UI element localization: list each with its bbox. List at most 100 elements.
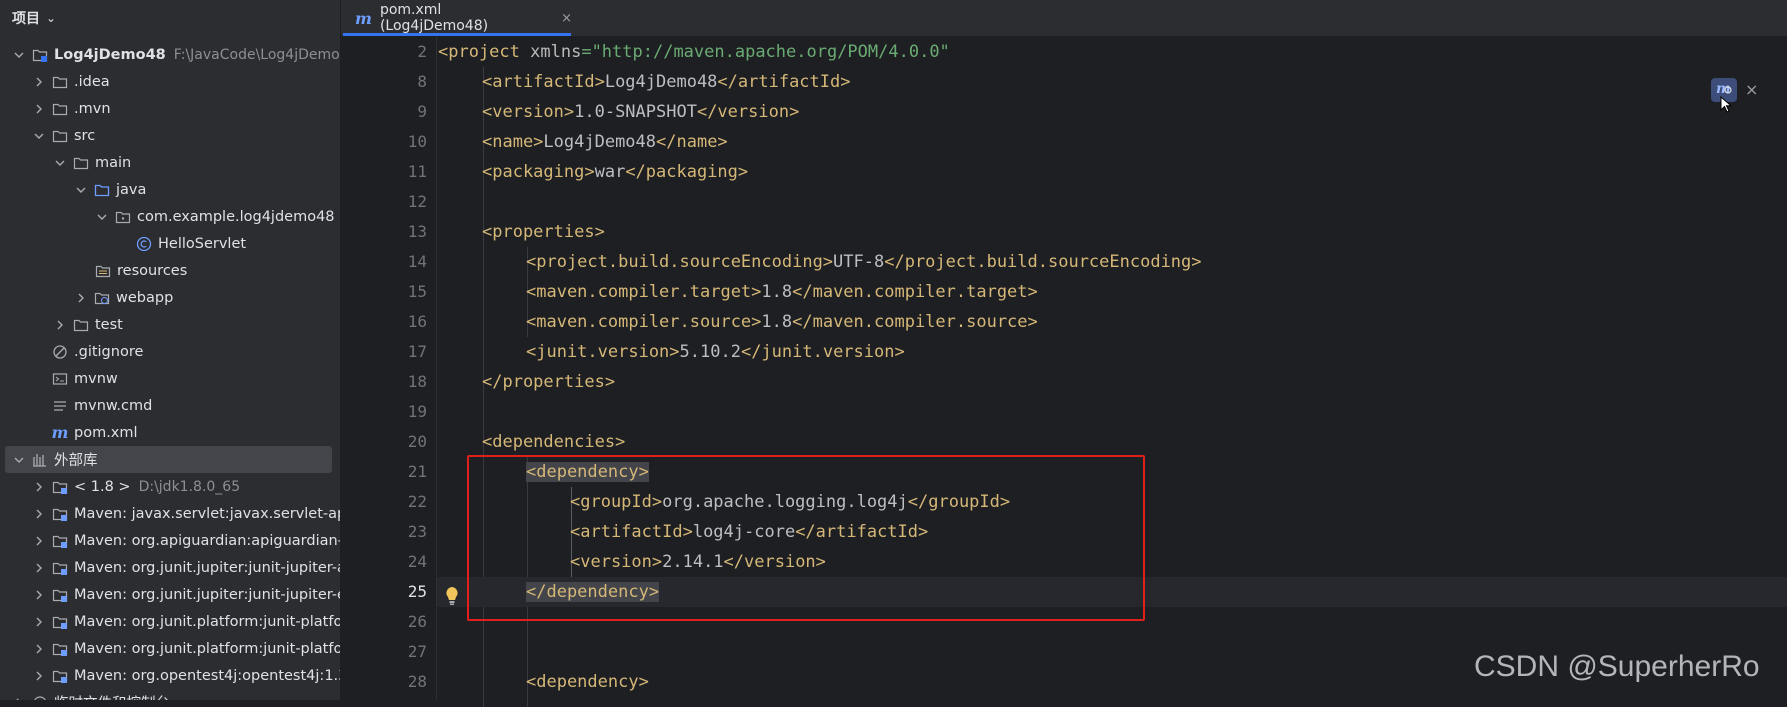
- chevron-right-icon[interactable]: [32, 588, 46, 602]
- chevron-down-icon[interactable]: [53, 156, 67, 170]
- code-line: <dependencies>: [437, 427, 1787, 457]
- tree-item-mvn[interactable]: .mvn: [0, 95, 340, 122]
- tab-pom-xml[interactable]: m pom.xml (Log4jDemo48) ×: [341, 0, 572, 36]
- project-tree: Log4jDemo48 F:\JavaCode\Log4jDemo48 .ide…: [0, 41, 340, 700]
- chevron-right-icon[interactable]: [32, 642, 46, 656]
- tree-item-label: webapp: [116, 289, 174, 306]
- tree-item-gitignore[interactable]: .gitignore: [0, 338, 340, 365]
- tree-item-jdk[interactable]: < 1.8 > D:\jdk1.8.0_65: [0, 473, 340, 500]
- tree-item-external-libraries[interactable]: 外部库: [5, 446, 332, 473]
- xml-text: 1.8: [761, 312, 793, 332]
- tree-item-label: .mvn: [74, 100, 111, 117]
- tree-item-library[interactable]: Maven: org.apiguardian:apiguardian-api:1: [0, 527, 340, 554]
- tree-item-label: 外部库: [54, 453, 98, 469]
- line-number: 13: [407, 222, 427, 241]
- tree-item-test[interactable]: test: [0, 311, 340, 338]
- tree-item-library[interactable]: Maven: javax.servlet:javax.servlet-api:4…: [0, 500, 340, 527]
- jdk-icon: [52, 479, 68, 495]
- source-folder-icon: [94, 182, 110, 198]
- chevron-right-icon[interactable]: [32, 615, 46, 629]
- line-number: 28: [407, 672, 427, 691]
- xml-text: 5.10.2: [679, 342, 741, 362]
- tree-item-label: main: [95, 154, 132, 171]
- tree-item-library[interactable]: Maven: org.junit.jupiter:junit-jupiter-a…: [0, 554, 340, 581]
- tree-item-label: Maven: javax.servlet:javax.servlet-api:4…: [74, 505, 340, 522]
- chevron-right-icon[interactable]: [53, 318, 67, 332]
- chevron-down-icon[interactable]: [12, 453, 26, 467]
- library-jar-icon: [52, 533, 68, 549]
- xml-equals: =: [581, 42, 592, 62]
- chevron-right-icon[interactable]: [32, 507, 46, 521]
- line-number: 24: [407, 552, 427, 571]
- code-line: <name>Log4jDemo48</name>: [437, 127, 1787, 157]
- chevron-down-icon[interactable]: [74, 183, 88, 197]
- chevron-right-icon[interactable]: [32, 480, 46, 494]
- chevron-down-icon[interactable]: [12, 48, 26, 62]
- chevron-right-icon[interactable]: [32, 75, 46, 89]
- project-panel-header[interactable]: 项目 ⌄: [0, 0, 340, 36]
- tree-item-label: com.example.log4jdemo48: [137, 208, 335, 225]
- tree-item-main[interactable]: main: [0, 149, 340, 176]
- line-number: 14: [407, 252, 427, 271]
- xml-text: UTF-8: [833, 252, 885, 272]
- tree-item-library[interactable]: Maven: org.opentest4j:opentest4j:1.3.0: [0, 662, 340, 689]
- tree-item-library[interactable]: Maven: org.junit.jupiter:junit-jupiter-e…: [0, 581, 340, 608]
- xml-tag: </junit.version>: [740, 342, 905, 362]
- code-line: <version>1.0-SNAPSHOT</version>: [437, 97, 1787, 127]
- tree-item-package[interactable]: com.example.log4jdemo48: [0, 203, 340, 230]
- tab-title: pom.xml (Log4jDemo48): [379, 2, 489, 34]
- xml-tag: <properties>: [482, 222, 605, 242]
- tree-item-library[interactable]: Maven: org.junit.platform:junit-platform…: [0, 635, 340, 662]
- tree-item-webapp[interactable]: webapp: [0, 284, 340, 311]
- xml-tag: <junit.version>: [526, 342, 680, 362]
- lightbulb-icon[interactable]: [444, 586, 460, 606]
- active-tab-indicator: [343, 33, 571, 36]
- resources-folder-icon: [95, 263, 111, 279]
- tree-item-mvnw-cmd[interactable]: mvnw.cmd: [0, 392, 340, 419]
- tree-item-label: Maven: org.junit.jupiter:junit-jupiter-a…: [74, 559, 340, 576]
- tree-item-label: Log4jDemo48: [54, 46, 166, 63]
- package-icon: [115, 209, 131, 225]
- chevron-right-icon[interactable]: [32, 534, 46, 548]
- library-icon: [32, 452, 48, 468]
- line-number: 11: [407, 162, 427, 181]
- chevron-down-icon[interactable]: [32, 129, 46, 143]
- chevron-down-icon[interactable]: [95, 210, 109, 224]
- chevron-right-icon[interactable]: [32, 102, 46, 116]
- xml-tag: </properties>: [482, 372, 616, 392]
- chevron-right-icon[interactable]: [32, 669, 46, 683]
- xml-tag: <project: [438, 42, 531, 62]
- tree-item-mvnw[interactable]: mvnw: [0, 365, 340, 392]
- project-panel-title: 项目: [12, 11, 40, 27]
- tree-item-label: mvnw: [74, 370, 118, 387]
- line-number: 17: [407, 342, 427, 361]
- tree-item-label: mvnw.cmd: [74, 397, 153, 414]
- tree-item-label: Maven: org.junit.platform:junit-platform…: [74, 613, 340, 630]
- close-icon[interactable]: ×: [561, 11, 572, 26]
- tree-item-label: Maven: org.opentest4j:opentest4j:1.3.0: [74, 667, 341, 684]
- line-number: 20: [407, 432, 427, 451]
- xml-tag: <name>: [482, 132, 544, 152]
- tree-item-scratches[interactable]: 临时文件和控制台: [0, 689, 340, 700]
- editor-tab-bar: m pom.xml (Log4jDemo48) ×: [341, 0, 1787, 37]
- tree-item-idea[interactable]: .idea: [0, 68, 340, 95]
- xml-tag: </packaging>: [625, 162, 749, 182]
- close-icon[interactable]: ×: [1745, 80, 1758, 99]
- tree-item-resources[interactable]: resources: [0, 257, 340, 284]
- line-number-gutter: 2 8 9 10 11 12 13 14 15 16 17 18 19 20 2…: [341, 37, 437, 700]
- xml-tag: <version>: [482, 102, 575, 122]
- chevron-right-icon[interactable]: [12, 696, 26, 700]
- maven-file-icon: m: [51, 423, 69, 442]
- tree-item-library[interactable]: Maven: org.junit.platform:junit-platform…: [0, 608, 340, 635]
- tree-item-pom-xml[interactable]: m pom.xml: [0, 419, 340, 446]
- tree-item-helloservlet[interactable]: HelloServlet: [0, 230, 340, 257]
- tree-item-label: .idea: [74, 73, 110, 90]
- chevron-right-icon[interactable]: [74, 291, 88, 305]
- tree-item-java[interactable]: java: [0, 176, 340, 203]
- highlight-annotation-box: [467, 455, 1145, 621]
- chevron-right-icon[interactable]: [32, 561, 46, 575]
- line-number: 21: [407, 462, 427, 481]
- folder-icon: [73, 155, 89, 171]
- tree-item-log4jdemo48[interactable]: Log4jDemo48 F:\JavaCode\Log4jDemo48: [0, 41, 340, 68]
- tree-item-src[interactable]: src: [0, 122, 340, 149]
